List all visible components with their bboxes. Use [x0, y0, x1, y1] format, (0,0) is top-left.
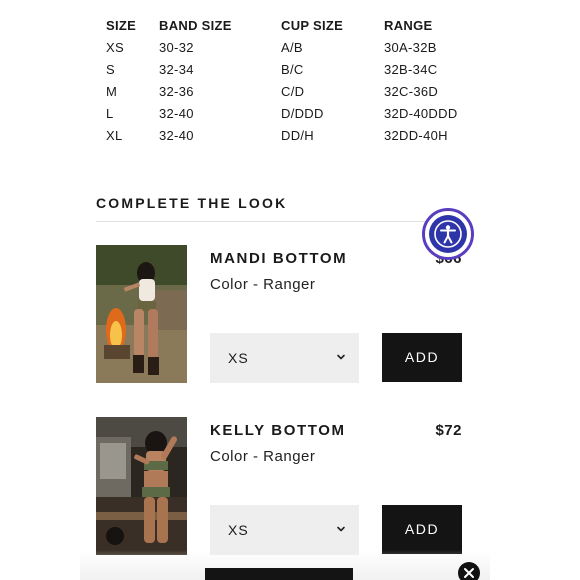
size-cell: M	[106, 84, 118, 99]
band-size-cell: 32-36	[159, 84, 194, 99]
chevron-down-icon	[337, 354, 345, 360]
size-chart-table: SIZE BAND SIZE CUP SIZE RANGE XS 30-32 A…	[106, 14, 486, 146]
section-title: COMPLETE THE LOOK	[96, 195, 288, 211]
size-chart-header: RANGE	[384, 18, 433, 33]
add-button[interactable]: ADD	[382, 333, 462, 382]
add-button-label: ADD	[404, 521, 440, 537]
product-image[interactable]	[96, 417, 187, 555]
product-card: MANDI BOTTOM $66 Color - Ranger XS ADD	[96, 245, 466, 385]
product-price: $72	[435, 422, 462, 439]
band-size-cell: 32-40	[159, 128, 194, 143]
range-cell: 32C-36D	[384, 84, 439, 99]
accessibility-button[interactable]	[422, 208, 474, 260]
cup-size-cell: DD/H	[281, 128, 314, 143]
product-color: Color - Ranger	[210, 448, 316, 465]
accessibility-icon	[434, 220, 462, 248]
cup-size-cell: B/C	[281, 62, 304, 77]
size-select-value: XS	[228, 350, 249, 366]
size-chart-row: XS 30-32 A/B 30A-32B	[106, 36, 486, 58]
product-name[interactable]: KELLY BOTTOM	[210, 422, 346, 439]
product-card: KELLY BOTTOM $72 Color - Ranger XS ADD	[96, 417, 466, 557]
size-select[interactable]: XS	[210, 333, 359, 383]
product-image[interactable]	[96, 245, 187, 383]
size-cell: L	[106, 106, 114, 121]
band-size-cell: 30-32	[159, 40, 194, 55]
chevron-down-icon	[337, 526, 345, 532]
add-button[interactable]: ADD	[382, 505, 462, 554]
size-select-value: XS	[228, 522, 249, 538]
size-cell: S	[106, 62, 115, 77]
product-photo	[96, 417, 187, 555]
size-chart-header-row: SIZE BAND SIZE CUP SIZE RANGE	[106, 14, 486, 36]
size-chart-row: S 32-34 B/C 32B-34C	[106, 58, 486, 80]
size-cell: XS	[106, 40, 124, 55]
close-icon	[464, 568, 474, 578]
add-button-label: ADD	[404, 349, 440, 365]
range-cell: 32B-34C	[384, 62, 438, 77]
cup-size-cell: D/DDD	[281, 106, 324, 121]
product-name[interactable]: MANDI BOTTOM	[210, 250, 347, 267]
section-divider	[96, 221, 462, 222]
size-chart-row: XL 32-40 DD/H 32DD-40H	[106, 124, 486, 146]
bottom-action-bar[interactable]	[205, 568, 353, 580]
size-chart-row: M 32-36 C/D 32C-36D	[106, 80, 486, 102]
band-size-cell: 32-34	[159, 62, 194, 77]
accessibility-button-inner	[429, 215, 467, 253]
product-color: Color - Ranger	[210, 276, 316, 293]
size-chart-header: SIZE	[106, 18, 137, 33]
size-chart-header: BAND SIZE	[159, 18, 232, 33]
close-button[interactable]	[458, 562, 480, 580]
cup-size-cell: A/B	[281, 40, 303, 55]
range-cell: 32DD-40H	[384, 128, 448, 143]
size-select[interactable]: XS	[210, 505, 359, 555]
size-chart-header: CUP SIZE	[281, 18, 344, 33]
cup-size-cell: C/D	[281, 84, 305, 99]
range-cell: 32D-40DDD	[384, 106, 458, 121]
size-cell: XL	[106, 128, 123, 143]
size-chart-row: L 32-40 D/DDD 32D-40DDD	[106, 102, 486, 124]
product-photo	[96, 245, 187, 383]
band-size-cell: 32-40	[159, 106, 194, 121]
range-cell: 30A-32B	[384, 40, 437, 55]
